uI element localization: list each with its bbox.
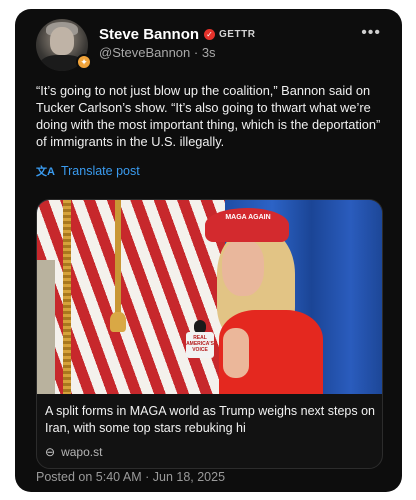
platform-name: GETTR (219, 29, 256, 40)
post-card: ✦ Steve Bannon ✓ GETTR @SteveBannon · 3s… (15, 9, 402, 492)
link-title[interactable]: A split forms in MAGA world as Trump wei… (45, 403, 375, 437)
wall (37, 260, 55, 394)
microphone-flag: REAL AMERICA'S VOICE (186, 332, 214, 358)
hat-text: MAGA AGAIN (225, 214, 271, 221)
verified-icon: ✓ (204, 29, 216, 40)
link-icon: ⊖ (45, 445, 56, 459)
translate-icon: 文A (36, 166, 55, 178)
flag-tassel (115, 200, 121, 320)
translate-post-link[interactable]: 文A Translate post (36, 163, 140, 179)
author-name[interactable]: Steve Bannon (99, 26, 199, 43)
post-body: “It’s going to not just blow up the coal… (36, 83, 381, 149)
author-handle-time[interactable]: @SteveBannon · 3s (99, 45, 216, 60)
posted-timestamp: Posted on 5:40 AM · Jun 18, 2025 (36, 470, 226, 484)
author-row: Steve Bannon ✓ GETTR (99, 26, 255, 43)
translate-label: Translate post (60, 164, 140, 178)
link-domain: wapo.st (61, 445, 103, 459)
person-face (222, 240, 264, 296)
link-domain-row[interactable]: ⊖ wapo.st (45, 445, 102, 459)
person-arm (223, 328, 249, 378)
link-preview-image: MAGA AGAIN REAL AMERICA'S VOICE (37, 200, 382, 394)
flag-tassel-end (110, 312, 126, 332)
more-dots-icon[interactable]: ••• (361, 24, 381, 42)
influencer-badge-icon: ✦ (76, 54, 92, 70)
flag-fringe (63, 200, 71, 394)
avatar-face (50, 27, 74, 55)
link-preview-card[interactable]: MAGA AGAIN REAL AMERICA'S VOICE A split … (36, 199, 383, 469)
